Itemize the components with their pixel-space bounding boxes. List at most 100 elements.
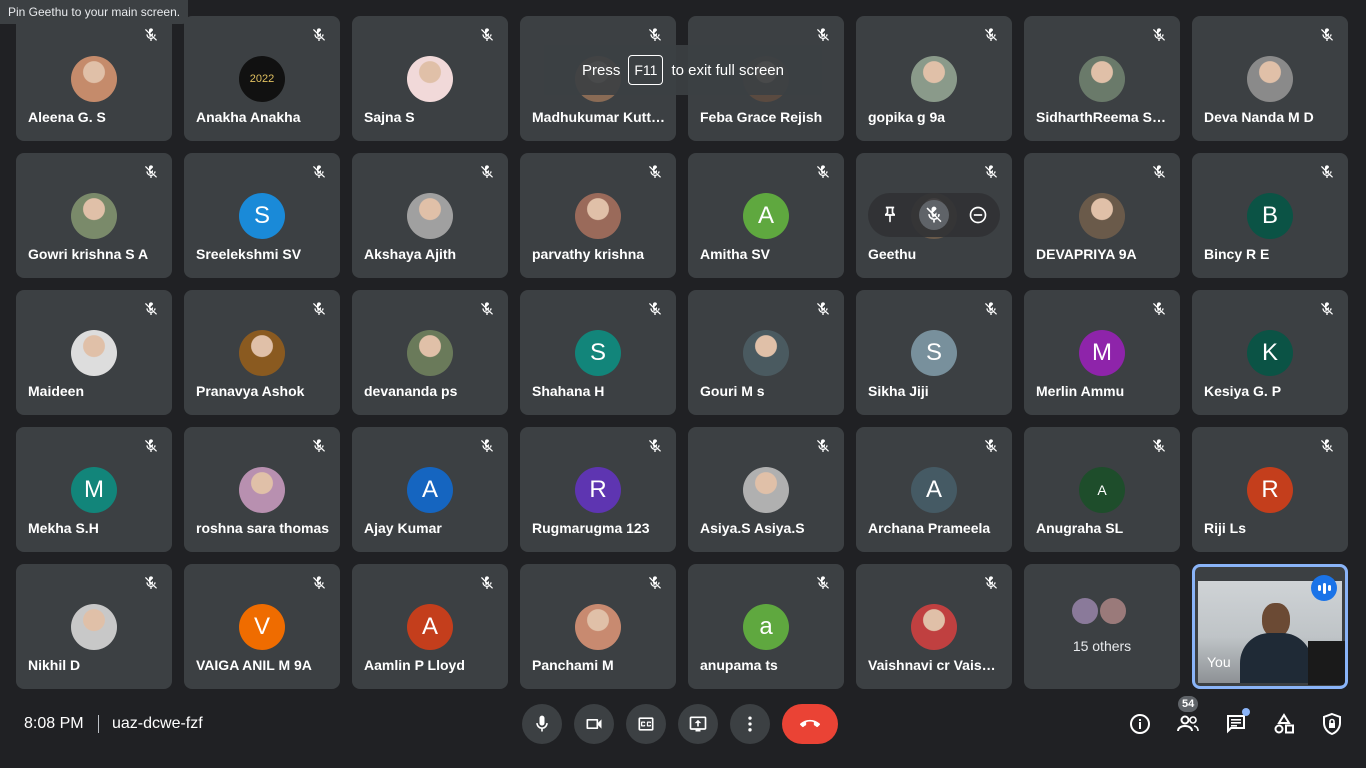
participant-tile[interactable]: Gowri krishna S A xyxy=(16,153,172,278)
speaking-indicator-icon xyxy=(1311,575,1337,601)
participant-name: Sajna S xyxy=(364,109,415,125)
participant-tile[interactable]: K Kesiya G. P xyxy=(1192,290,1348,415)
participant-tile[interactable]: Vaishnavi cr Vaish… xyxy=(856,564,1012,689)
muted-mic-icon xyxy=(1150,437,1168,455)
participant-tile[interactable]: M Merlin Ammu xyxy=(1024,290,1180,415)
muted-mic-icon xyxy=(814,574,832,592)
participant-tile[interactable]: S Shahana H xyxy=(520,290,676,415)
participant-tile[interactable]: roshna sara thomas xyxy=(184,427,340,552)
participant-tile[interactable]: R Riji Ls xyxy=(1192,427,1348,552)
participant-tile[interactable]: SidharthReema Sa… xyxy=(1024,16,1180,141)
muted-mic-icon xyxy=(646,163,664,181)
muted-mic-icon xyxy=(310,574,328,592)
mic-off-icon xyxy=(926,206,942,223)
participant-name: Anugraha SL xyxy=(1036,520,1124,536)
present-button[interactable] xyxy=(678,704,718,744)
fullscreen-hint-rest: to exit full screen xyxy=(671,61,784,79)
avatar xyxy=(407,56,453,102)
remove-participant-button[interactable] xyxy=(963,200,993,230)
participant-tile[interactable]: Asiya.S Asiya.S xyxy=(688,427,844,552)
participant-name: Rugmarugma 123 xyxy=(532,520,650,536)
participant-tile[interactable]: M Mekha S.H xyxy=(16,427,172,552)
meeting-details-button[interactable] xyxy=(1126,708,1154,740)
avatar: A xyxy=(407,467,453,513)
participant-tile[interactable]: Gouri M s xyxy=(688,290,844,415)
mute-participant-button[interactable] xyxy=(919,200,949,230)
participant-name: SidharthReema Sa… xyxy=(1036,109,1172,125)
participant-tile[interactable]: DEVAPRIYA 9A xyxy=(1024,153,1180,278)
participant-tile[interactable]: A Aamlin P Lloyd xyxy=(352,564,508,689)
avatar xyxy=(71,193,117,239)
activities-button[interactable] xyxy=(1270,708,1298,740)
participant-tile[interactable]: gopika g 9a xyxy=(856,16,1012,141)
participant-name: anupama ts xyxy=(700,657,778,673)
chat-button[interactable] xyxy=(1222,708,1250,740)
avatar xyxy=(743,330,789,376)
muted-mic-icon xyxy=(142,574,160,592)
leave-call-button[interactable] xyxy=(782,704,838,744)
meeting-code: uaz-dcwe-fzf xyxy=(112,715,203,732)
participant-tile[interactable]: A Archana Prameela xyxy=(856,427,1012,552)
participant-name: Riji Ls xyxy=(1204,520,1247,536)
microphone-button[interactable] xyxy=(522,704,562,744)
participant-tile[interactable]: 2022 Anakha Anakha xyxy=(184,16,340,141)
camera-button[interactable] xyxy=(574,704,614,744)
avatar: M xyxy=(71,467,117,513)
muted-mic-icon xyxy=(310,300,328,318)
participant-tile[interactable]: B Bincy R E xyxy=(1192,153,1348,278)
participant-tile[interactable]: S Sreelekshmi SV xyxy=(184,153,340,278)
participant-tile[interactable]: V VAIGA ANIL M 9A xyxy=(184,564,340,689)
participant-tile[interactable]: Sajna S xyxy=(352,16,508,141)
participant-name: DEVAPRIYA 9A xyxy=(1036,246,1137,262)
pin-button[interactable] xyxy=(875,200,905,230)
participant-tile[interactable]: S Sikha Jiji xyxy=(856,290,1012,415)
participant-tile[interactable]: Maideen xyxy=(16,290,172,415)
side-controls: 54 xyxy=(1126,696,1346,740)
self-video-tile[interactable]: You xyxy=(1192,564,1348,689)
participant-tile[interactable]: A Anugraha SL xyxy=(1024,427,1180,552)
muted-mic-icon xyxy=(1150,300,1168,318)
participant-tile[interactable]: Panchami M xyxy=(520,564,676,689)
avatar: R xyxy=(575,467,621,513)
participant-tile[interactable]: Pranavya Ashok xyxy=(184,290,340,415)
participant-name: VAIGA ANIL M 9A xyxy=(196,657,312,673)
participant-tile[interactable]: parvathy krishna xyxy=(520,153,676,278)
participant-tile[interactable]: A Ajay Kumar xyxy=(352,427,508,552)
participant-tile[interactable]: Deva Nanda M D xyxy=(1192,16,1348,141)
avatar xyxy=(239,467,285,513)
participant-name: gopika g 9a xyxy=(868,109,946,125)
participant-tile[interactable]: R Rugmarugma 123 xyxy=(520,427,676,552)
others-tile[interactable]: 15 others xyxy=(1024,564,1180,689)
participant-tile[interactable]: A Amitha SV xyxy=(688,153,844,278)
participant-tile[interactable]: devananda ps xyxy=(352,290,508,415)
pin-icon xyxy=(885,206,895,223)
participant-name: Archana Prameela xyxy=(868,520,991,536)
participant-tile[interactable]: Geethu xyxy=(856,153,1012,278)
muted-mic-icon xyxy=(982,437,1000,455)
self-person xyxy=(1240,603,1312,683)
participant-tile[interactable]: a anupama ts xyxy=(688,564,844,689)
avatar xyxy=(911,56,957,102)
avatar: S xyxy=(575,330,621,376)
participant-grid: Aleena G. S 2022 Anakha Anakha Sajna S Madhu… xyxy=(16,16,1348,689)
participant-tile[interactable]: Aleena G. S xyxy=(16,16,172,141)
muted-mic-icon xyxy=(982,163,1000,181)
avatar: a xyxy=(743,604,789,650)
meeting-time: 8:08 PM xyxy=(24,715,84,732)
more-options-button[interactable] xyxy=(730,704,770,744)
people-icon xyxy=(1177,715,1199,732)
participant-name: Aamlin P Lloyd xyxy=(364,657,465,673)
participant-name: Shahana H xyxy=(532,383,605,399)
host-controls-button[interactable] xyxy=(1318,708,1346,740)
participant-name: Asiya.S Asiya.S xyxy=(700,520,805,536)
participant-tile[interactable]: Nikhil D xyxy=(16,564,172,689)
participant-name: Akshaya Ajith xyxy=(364,246,457,262)
avatar xyxy=(575,604,621,650)
participant-tile[interactable]: Akshaya Ajith xyxy=(352,153,508,278)
captions-button[interactable] xyxy=(626,704,666,744)
people-button[interactable]: 54 xyxy=(1174,696,1202,740)
pin-tooltip: Pin Geethu to your main screen. xyxy=(0,0,189,24)
call-controls xyxy=(522,704,838,744)
avatar: 2022 xyxy=(239,56,285,102)
others-label: 15 others xyxy=(1072,638,1132,654)
